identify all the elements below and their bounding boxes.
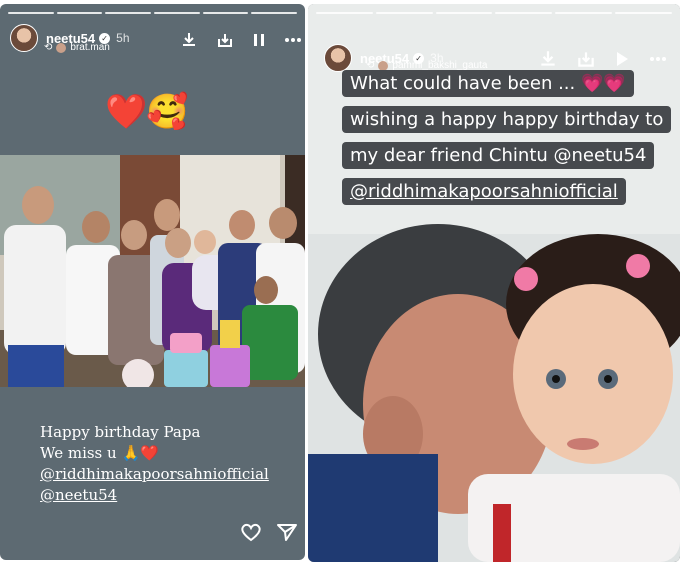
download-icon[interactable]: [538, 49, 558, 69]
family-photo: [0, 155, 305, 387]
caption-line-2: wishing a happy happy birthday to: [342, 106, 672, 133]
reshare-avatar: [56, 42, 67, 53]
heart-emoji: ❤️: [105, 93, 148, 131]
avatar[interactable]: [10, 24, 38, 52]
save-icon[interactable]: [216, 31, 234, 49]
post-time: 5h: [116, 31, 130, 45]
repost-icon: ⟲: [44, 42, 53, 53]
reshare-avatar: [378, 60, 389, 71]
reshare-info: ⟲ brat.man: [44, 42, 110, 53]
story-actions: [240, 522, 298, 542]
smiling-hearts-emoji: 🥰: [146, 93, 189, 131]
caption-line-2: We miss u 🙏❤️: [40, 444, 159, 462]
avatar[interactable]: [324, 44, 352, 72]
mention-riddhima[interactable]: @riddhimakapoorsahniofficial: [342, 178, 626, 205]
mention-neetu[interactable]: @neetu54: [40, 485, 269, 506]
progress-bars: [316, 12, 672, 14]
left-story[interactable]: neetu54 ✓ 5h ⟲ brat.man ❤️ 🥰 Happy birth…: [0, 4, 305, 560]
reshare-username[interactable]: brat.man: [70, 42, 109, 53]
progress-bars: [8, 12, 298, 14]
right-story[interactable]: neetu54 ✓ 3h ⟲ pammi_bakshi_gauta What c…: [308, 4, 680, 562]
pause-icon[interactable]: [252, 32, 266, 48]
heart-icon[interactable]: [240, 522, 262, 542]
play-icon[interactable]: [614, 50, 630, 68]
more-icon[interactable]: [284, 37, 302, 43]
caption-line-3[interactable]: my dear friend Chintu @neetu54: [342, 142, 655, 169]
caption-line-1: What could have been ... 💗💗: [342, 70, 634, 97]
header-actions: [538, 49, 668, 69]
story-caption: Happy birthday Papa We miss u 🙏❤️ @riddh…: [40, 422, 269, 506]
header-actions: [180, 31, 302, 49]
mention-riddhima[interactable]: @riddhimakapoorsahniofficial: [40, 464, 269, 485]
more-icon[interactable]: [648, 56, 668, 62]
save-icon[interactable]: [576, 49, 596, 69]
download-icon[interactable]: [180, 31, 198, 49]
caption-line-1: Happy birthday Papa: [40, 423, 201, 441]
send-icon[interactable]: [276, 522, 298, 542]
